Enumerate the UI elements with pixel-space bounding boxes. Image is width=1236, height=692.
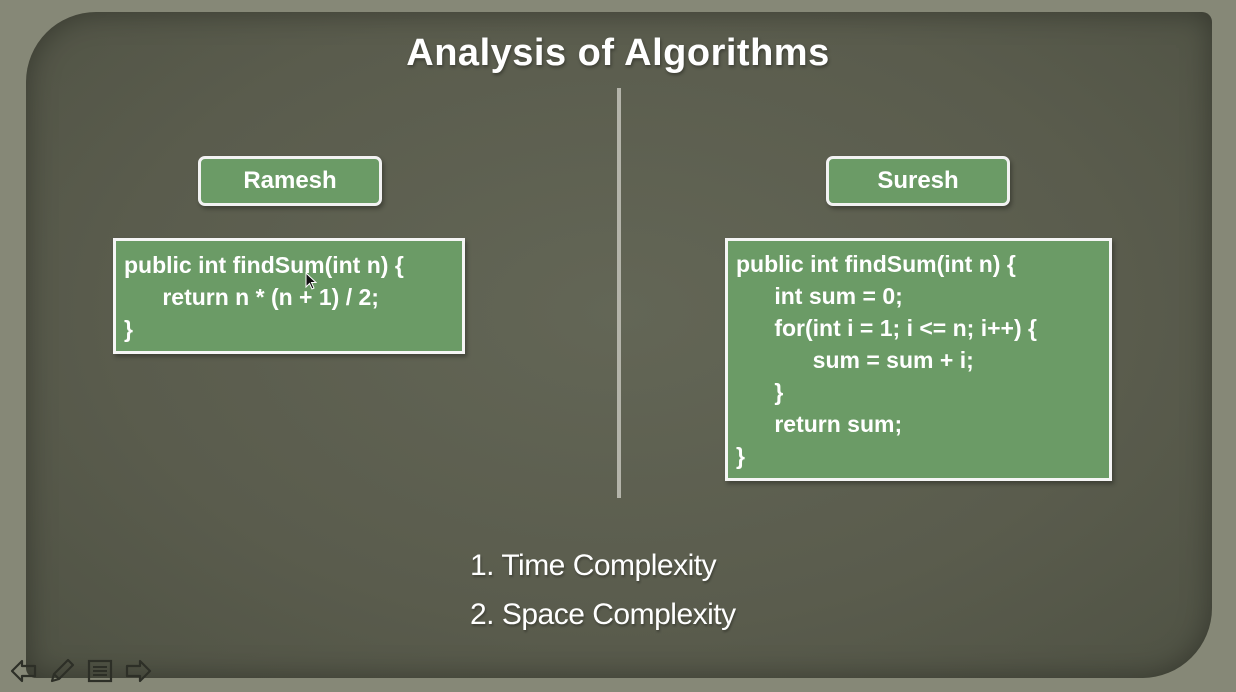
previous-slide-icon [10,659,37,683]
complexity-item-time: 1. Time Complexity [470,549,717,582]
mouse-cursor-icon [305,272,318,290]
pen-icon [50,658,75,683]
code-line: public int findSum(int n) { [736,251,1016,277]
code-box-ramesh: public int findSum(int n) { return n * (… [113,238,465,354]
slide-title: Analysis of Algorithms [406,32,830,74]
slide-toolbar [8,655,154,687]
code-line: return n * (n + 1) / 2; [124,284,379,310]
center-divider [617,88,621,498]
code-box-suresh: public int findSum(int n) { int sum = 0;… [725,238,1112,481]
code-line: sum = sum + i; [736,347,974,373]
complexity-item-space: 2. Space Complexity [470,598,736,631]
slide-menu-button[interactable] [84,655,116,687]
menu-icon [87,659,113,683]
code-line: for(int i = 1; i <= n; i++) { [736,315,1037,341]
previous-slide-button[interactable] [8,655,40,687]
name-label-suresh: Suresh [826,156,1010,206]
next-slide-icon [125,659,152,683]
next-slide-button[interactable] [122,655,154,687]
code-line: } [124,316,133,342]
code-line: return sum; [736,411,903,437]
code-line: int sum = 0; [736,283,903,309]
code-line: } [736,379,784,405]
pen-tool-button[interactable] [46,655,78,687]
code-line: } [736,443,745,469]
name-label-ramesh: Ramesh [198,156,382,206]
code-line: public int findSum(int n) { [124,252,404,278]
